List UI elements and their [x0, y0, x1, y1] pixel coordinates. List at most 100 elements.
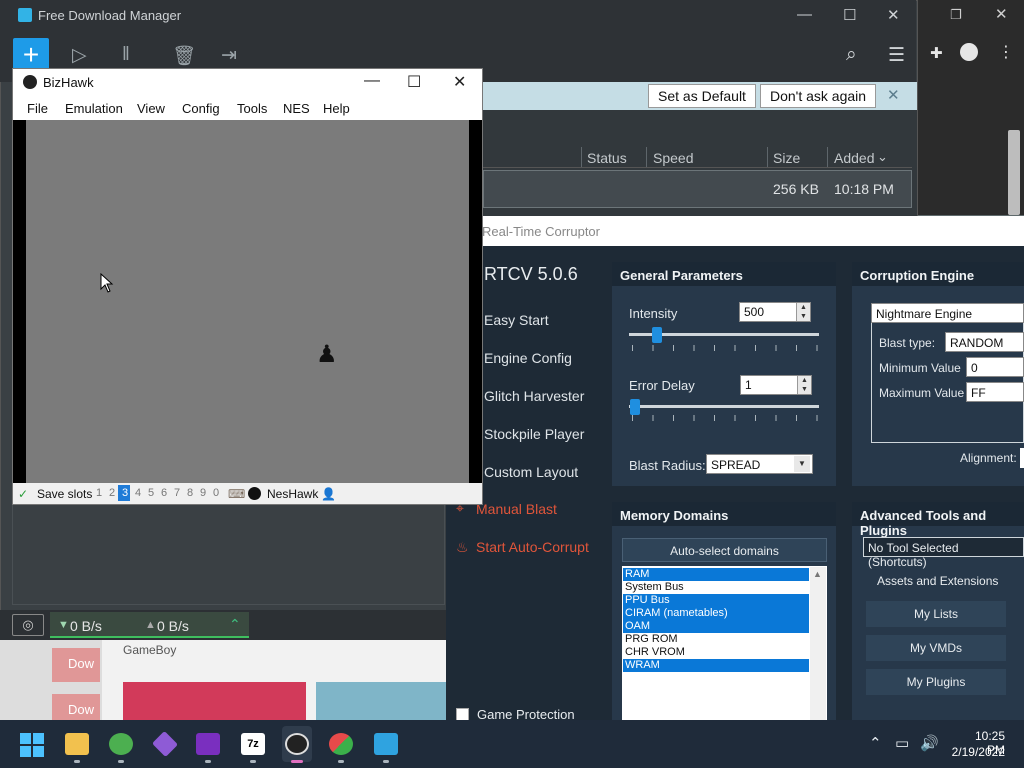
- save-slot[interactable]: 3: [122, 487, 128, 499]
- error-delay-stepper[interactable]: ▲ ▼: [797, 376, 811, 394]
- move-icon[interactable]: ⇥: [221, 44, 237, 67]
- menu-tools[interactable]: Tools: [237, 101, 267, 116]
- start-icon[interactable]: [20, 733, 44, 757]
- save-slot[interactable]: 9: [200, 487, 206, 499]
- chevron-up-icon[interactable]: ⌃: [869, 734, 882, 752]
- download-button[interactable]: Dow: [52, 648, 100, 682]
- auto-select-domains-button[interactable]: Auto-select domains: [622, 538, 827, 562]
- close-icon[interactable]: ✕: [887, 6, 900, 24]
- save-slot[interactable]: 2: [109, 487, 115, 499]
- alignment-select[interactable]: [1020, 448, 1024, 468]
- menu-file[interactable]: File: [27, 101, 48, 116]
- download-button[interactable]: Dow: [52, 694, 100, 720]
- memory-domain-item[interactable]: WRAM: [623, 659, 809, 672]
- start-auto-corrupt-button[interactable]: Start Auto-Corrupt: [476, 539, 589, 555]
- tool-select[interactable]: No Tool Selected (Shortcuts): [863, 537, 1024, 569]
- menu-help[interactable]: Help: [323, 101, 350, 116]
- game-thumbnail[interactable]: [123, 682, 306, 720]
- domain-list-scrollbar[interactable]: [810, 567, 826, 720]
- rtc-taskbar-icon[interactable]: [329, 733, 353, 755]
- nav-easy-start[interactable]: Easy Start: [484, 312, 549, 328]
- column-size[interactable]: Size: [773, 150, 800, 166]
- intensity-ticks: [632, 345, 818, 351]
- blast-radius-select[interactable]: SPREAD ▼: [706, 454, 813, 474]
- my-plugins-button[interactable]: My Plugins: [866, 669, 1006, 695]
- engine-select[interactable]: Nightmare Engine: [871, 303, 1024, 323]
- memory-domain-item[interactable]: PPU Bus: [623, 594, 809, 607]
- banner-close-icon[interactable]: ✕: [887, 86, 900, 104]
- chrome-icon[interactable]: [109, 733, 133, 755]
- error-delay-value: 1: [745, 378, 752, 392]
- manual-blast-button[interactable]: Manual Blast: [476, 501, 557, 517]
- rtc-version: RTCV 5.0.6: [484, 264, 578, 284]
- menu-config[interactable]: Config: [182, 101, 220, 116]
- menu-emulation[interactable]: Emulation: [65, 101, 123, 116]
- close-icon[interactable]: ✕: [453, 72, 466, 92]
- maximize-icon[interactable]: ☐: [407, 72, 421, 92]
- kebab-menu-icon[interactable]: ⋮: [998, 42, 1014, 62]
- search-icon[interactable]: ⌕: [846, 44, 857, 66]
- minimize-icon[interactable]: —: [797, 6, 812, 23]
- emulator-screen[interactable]: [26, 120, 469, 483]
- memory-domain-item[interactable]: System Bus: [623, 581, 809, 594]
- error-delay-slider-track[interactable]: [629, 405, 819, 408]
- game-app-icon[interactable]: [196, 733, 220, 755]
- restore-icon[interactable]: ❐: [950, 7, 962, 23]
- resume-icon[interactable]: ▷: [72, 44, 87, 67]
- save-slot[interactable]: 1: [96, 487, 102, 499]
- memory-domain-item[interactable]: CIRAM (nametables): [623, 607, 809, 620]
- maximum-value-input[interactable]: FF: [966, 382, 1024, 402]
- save-slot[interactable]: 5: [148, 487, 154, 499]
- clock-date[interactable]: 2/19/2022: [950, 745, 1005, 759]
- save-slot[interactable]: 7: [174, 487, 180, 499]
- sort-desc-icon: ⌄: [877, 149, 888, 164]
- nav-glitch-harvester[interactable]: Glitch Harvester: [484, 388, 584, 404]
- delete-icon[interactable]: 🗑: [172, 44, 196, 68]
- error-delay-slider-thumb[interactable]: [630, 399, 640, 415]
- background-scrollbar[interactable]: [1008, 130, 1020, 215]
- save-slot[interactable]: 0: [213, 487, 219, 499]
- close-icon[interactable]: ✕: [995, 5, 1008, 23]
- memory-domain-item[interactable]: OAM: [623, 620, 809, 633]
- menu-nes[interactable]: NES: [283, 101, 310, 116]
- my-lists-button[interactable]: My Lists: [866, 601, 1006, 627]
- file-explorer-icon[interactable]: [65, 733, 89, 755]
- set-as-default-button[interactable]: Set as Default: [648, 84, 756, 108]
- save-slot[interactable]: 6: [161, 487, 167, 499]
- chevron-up-icon[interactable]: ⌃: [229, 616, 241, 633]
- nav-stockpile-player[interactable]: Stockpile Player: [484, 426, 584, 442]
- minimize-icon[interactable]: —: [364, 72, 380, 90]
- intensity-stepper[interactable]: ▲ ▼: [796, 303, 810, 321]
- 7zip-icon[interactable]: 7z: [241, 733, 265, 755]
- maximize-icon[interactable]: ☐: [843, 6, 856, 24]
- network-icon[interactable]: ▭: [895, 734, 909, 752]
- nav-custom-layout[interactable]: Custom Layout: [484, 464, 578, 480]
- minimum-value-input[interactable]: 0: [966, 357, 1024, 377]
- running-indicator: [74, 760, 80, 763]
- scroll-up-icon[interactable]: ▲: [813, 569, 822, 579]
- save-slot[interactable]: 8: [187, 487, 193, 499]
- menu-view[interactable]: View: [137, 101, 165, 116]
- fdm-taskbar-icon[interactable]: [374, 733, 398, 755]
- pause-icon[interactable]: ‖: [122, 44, 130, 66]
- profile-icon[interactable]: [960, 43, 978, 61]
- puzzle-icon[interactable]: ✚: [930, 44, 943, 62]
- intensity-slider-thumb[interactable]: [651, 327, 662, 343]
- my-vmds-button[interactable]: My VMDs: [866, 635, 1006, 661]
- nav-engine-config[interactable]: Engine Config: [484, 350, 572, 366]
- memory-domain-item[interactable]: PRG ROM: [623, 633, 809, 646]
- snail-mode-icon[interactable]: ◎: [12, 614, 44, 636]
- column-speed[interactable]: Speed: [653, 150, 693, 166]
- memory-domain-item[interactable]: CHR VROM: [623, 646, 809, 659]
- running-indicator: [205, 760, 211, 763]
- game-thumbnail[interactable]: [316, 682, 446, 720]
- memory-domain-item[interactable]: RAM: [623, 568, 809, 581]
- save-slot[interactable]: 4: [135, 487, 141, 499]
- volume-icon[interactable]: 🔊: [920, 734, 939, 752]
- menu-icon[interactable]: ☰: [888, 44, 905, 67]
- dont-ask-again-button[interactable]: Don't ask again: [760, 84, 877, 108]
- bizhawk-taskbar-icon[interactable]: [285, 733, 309, 755]
- column-added[interactable]: Added: [834, 150, 874, 166]
- column-status[interactable]: Status: [587, 150, 627, 166]
- blast-type-select[interactable]: RANDOM: [945, 332, 1024, 352]
